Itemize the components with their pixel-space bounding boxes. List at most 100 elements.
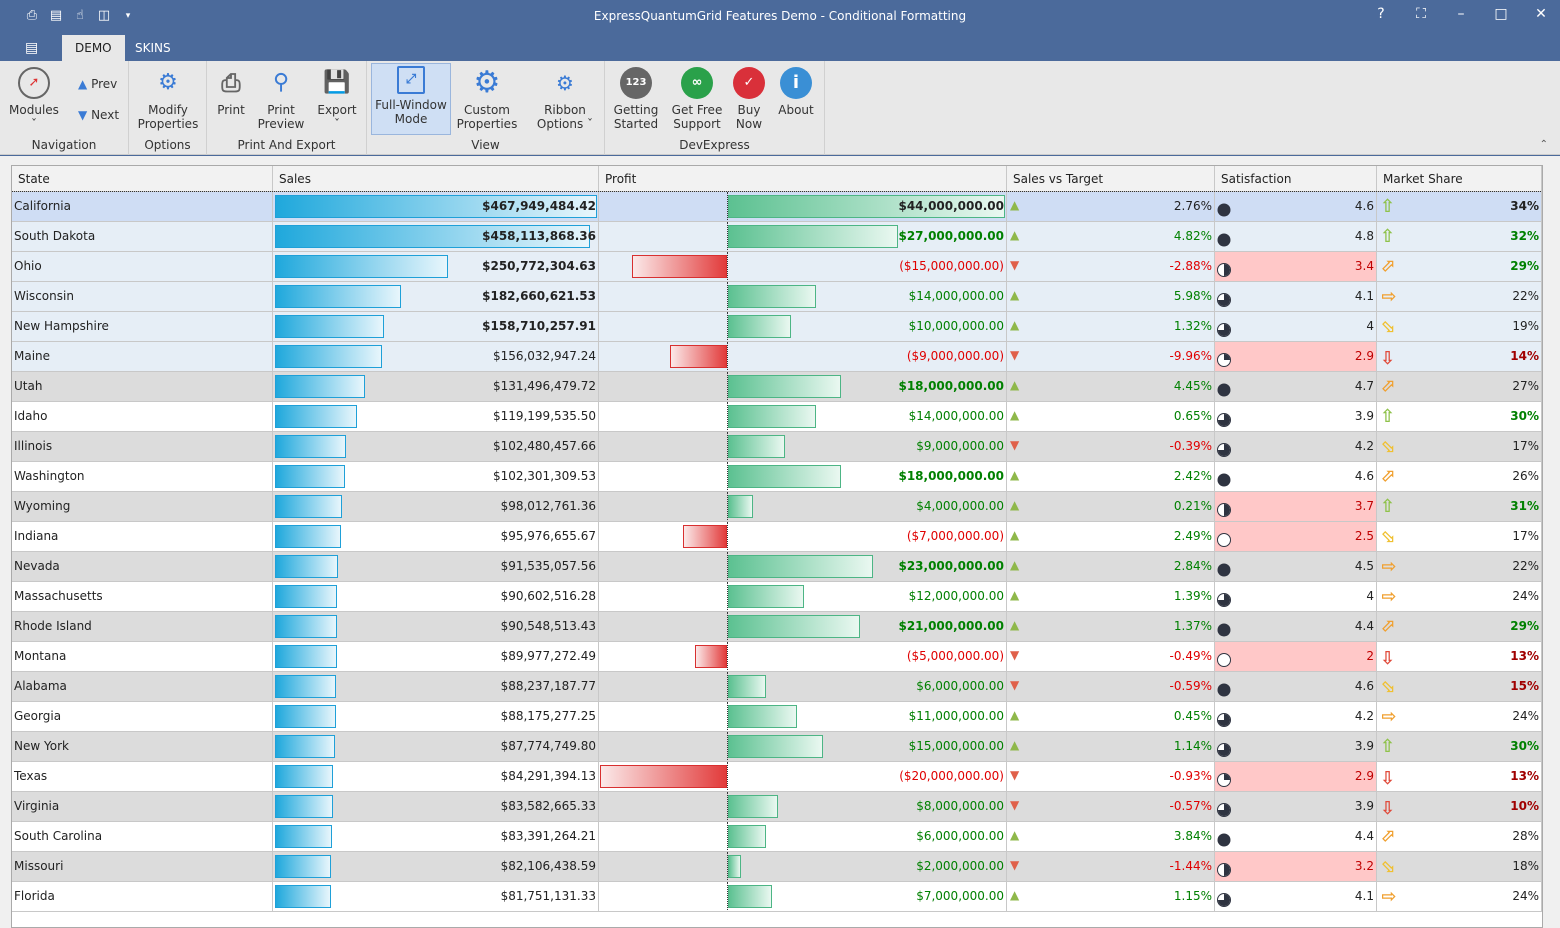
state-cell[interactable]: California [12, 192, 273, 221]
sales-vs-target-cell[interactable]: ▲ 3.84% [1007, 822, 1215, 851]
sales-vs-target-cell[interactable]: ▲ 1.14% [1007, 732, 1215, 761]
sales-cell[interactable]: $102,480,457.66 [273, 432, 599, 461]
state-cell[interactable]: Montana [12, 642, 273, 671]
table-row[interactable]: Montana $89,977,272.49 ($5,000,000.00) ▼ -0.… [12, 642, 1542, 672]
state-cell[interactable]: Nevada [12, 552, 273, 581]
satisfaction-cell[interactable]: 4.1 [1215, 282, 1377, 311]
state-cell[interactable]: New York [12, 732, 273, 761]
sales-vs-target-cell[interactable]: ▲ 1.32% [1007, 312, 1215, 341]
satisfaction-cell[interactable]: 4 [1215, 312, 1377, 341]
sales-cell[interactable]: $95,976,655.67 [273, 522, 599, 551]
sales-vs-target-cell[interactable]: ▼ -0.57% [1007, 792, 1215, 821]
market-share-cell[interactable]: ⇧ 29% [1377, 612, 1542, 641]
close-button[interactable]: ✕ [1532, 6, 1550, 22]
sales-cell[interactable]: $82,106,438.59 [273, 852, 599, 881]
table-row[interactable]: Maine $156,032,947.24 ($9,000,000.00) ▼ -9.9… [12, 342, 1542, 372]
satisfaction-cell[interactable]: 3.2 [1215, 852, 1377, 881]
state-cell[interactable]: Massachusetts [12, 582, 273, 611]
market-share-cell[interactable]: ⇧ 22% [1377, 282, 1542, 311]
profit-cell[interactable]: $9,000,000.00 [599, 432, 1007, 461]
satisfaction-cell[interactable]: 3.4 [1215, 252, 1377, 281]
profit-cell[interactable]: $12,000,000.00 [599, 582, 1007, 611]
market-share-cell[interactable]: ⇧ 13% [1377, 642, 1542, 671]
sales-vs-target-cell[interactable]: ▲ 0.21% [1007, 492, 1215, 521]
profit-cell[interactable]: $44,000,000.00 [599, 192, 1007, 221]
sales-vs-target-cell[interactable]: ▼ -0.49% [1007, 642, 1215, 671]
collapse-ribbon-icon[interactable]: ⌃ [1540, 139, 1548, 150]
market-share-cell[interactable]: ⇧ 24% [1377, 702, 1542, 731]
fullscreen-icon[interactable]: ⛶ [1412, 6, 1430, 22]
market-share-cell[interactable]: ⇧ 26% [1377, 462, 1542, 491]
state-cell[interactable]: Indiana [12, 522, 273, 551]
state-cell[interactable]: Texas [12, 762, 273, 791]
market-share-cell[interactable]: ⇧ 17% [1377, 432, 1542, 461]
sales-cell[interactable]: $91,535,057.56 [273, 552, 599, 581]
table-row[interactable]: New York $87,774,749.80 $15,000,000.00 ▲ 1.1… [12, 732, 1542, 762]
satisfaction-cell[interactable]: 4.6 [1215, 192, 1377, 221]
satisfaction-cell[interactable]: 4.4 [1215, 612, 1377, 641]
satisfaction-cell[interactable]: 3.9 [1215, 732, 1377, 761]
table-row[interactable]: Florida $81,751,131.33 $7,000,000.00 ▲ 1.15%… [12, 882, 1542, 912]
prev-button[interactable]: ▲ Prev [78, 77, 117, 91]
minimize-button[interactable]: – [1452, 6, 1470, 22]
column-header-state[interactable]: State [12, 166, 273, 192]
satisfaction-cell[interactable]: 4.8 [1215, 222, 1377, 251]
sales-cell[interactable]: $250,772,304.63 [273, 252, 599, 281]
buy-now-button[interactable]: ✓ Buy Now [731, 65, 767, 131]
satisfaction-cell[interactable]: 3.7 [1215, 492, 1377, 521]
getting-started-button[interactable]: 123 Getting Started [611, 65, 661, 131]
table-row[interactable]: Idaho $119,199,535.50 $14,000,000.00 ▲ 0.65%… [12, 402, 1542, 432]
satisfaction-cell[interactable]: 4.5 [1215, 552, 1377, 581]
sales-cell[interactable]: $158,710,257.91 [273, 312, 599, 341]
sales-vs-target-cell[interactable]: ▲ 2.84% [1007, 552, 1215, 581]
profit-cell[interactable]: $4,000,000.00 [599, 492, 1007, 521]
state-cell[interactable]: Georgia [12, 702, 273, 731]
table-row[interactable]: Wyoming $98,012,761.36 $4,000,000.00 ▲ 0.21%… [12, 492, 1542, 522]
sales-vs-target-cell[interactable]: ▼ -9.96% [1007, 342, 1215, 371]
about-button[interactable]: i About [775, 65, 817, 117]
column-header-sales[interactable]: Sales [273, 166, 599, 192]
sales-cell[interactable]: $467,949,484.42 [273, 192, 599, 221]
satisfaction-cell[interactable]: 4.7 [1215, 372, 1377, 401]
tab-demo[interactable]: DEMO [62, 35, 125, 61]
state-cell[interactable]: Illinois [12, 432, 273, 461]
sales-cell[interactable]: $90,602,516.28 [273, 582, 599, 611]
market-share-cell[interactable]: ⇧ 13% [1377, 762, 1542, 791]
ribbon-options-button[interactable]: ⚙ Ribbon Options ˇ [535, 65, 595, 131]
profit-cell[interactable]: $10,000,000.00 [599, 312, 1007, 341]
market-share-cell[interactable]: ⇧ 31% [1377, 492, 1542, 521]
sales-vs-target-cell[interactable]: ▲ 4.82% [1007, 222, 1215, 251]
profit-cell[interactable]: $6,000,000.00 [599, 672, 1007, 701]
table-row[interactable]: Georgia $88,175,277.25 $11,000,000.00 ▲ 0.45… [12, 702, 1542, 732]
satisfaction-cell[interactable]: 2 [1215, 642, 1377, 671]
state-cell[interactable]: South Carolina [12, 822, 273, 851]
market-share-cell[interactable]: ⇧ 27% [1377, 372, 1542, 401]
market-share-cell[interactable]: ⇧ 17% [1377, 522, 1542, 551]
export-button[interactable]: 💾 Export ˇ [313, 65, 361, 132]
table-row[interactable]: Ohio $250,772,304.63 ($15,000,000.00) ▼ -2.8… [12, 252, 1542, 282]
sales-vs-target-cell[interactable]: ▲ 4.45% [1007, 372, 1215, 401]
table-row[interactable]: South Dakota $458,113,868.36 $27,000,000.0… [12, 222, 1542, 252]
profit-cell[interactable]: ($20,000,000.00) [599, 762, 1007, 791]
profit-cell[interactable]: $11,000,000.00 [599, 702, 1007, 731]
profit-cell[interactable]: $23,000,000.00 [599, 552, 1007, 581]
sales-cell[interactable]: $83,391,264.21 [273, 822, 599, 851]
profit-cell[interactable]: ($9,000,000.00) [599, 342, 1007, 371]
sales-vs-target-cell[interactable]: ▲ 0.65% [1007, 402, 1215, 431]
market-share-cell[interactable]: ⇧ 29% [1377, 252, 1542, 281]
state-cell[interactable]: New Hampshire [12, 312, 273, 341]
table-row[interactable]: Utah $131,496,479.72 $18,000,000.00 ▲ 4.45% 4… [12, 372, 1542, 402]
sales-cell[interactable]: $81,751,131.33 [273, 882, 599, 911]
state-cell[interactable]: Maine [12, 342, 273, 371]
print-button[interactable]: ⎙ Print [211, 65, 251, 117]
state-cell[interactable]: Missouri [12, 852, 273, 881]
sales-vs-target-cell[interactable]: ▲ 0.45% [1007, 702, 1215, 731]
profit-cell[interactable]: $18,000,000.00 [599, 372, 1007, 401]
custom-properties-button[interactable]: ⚙ Custom Properties [455, 65, 519, 132]
modify-properties-button[interactable]: ⚙ Modify Properties [135, 65, 201, 132]
full-window-mode-button[interactable]: ⤢ Full-Window Mode [371, 63, 451, 135]
maximize-button[interactable]: □ [1492, 6, 1510, 22]
sales-cell[interactable]: $89,977,272.49 [273, 642, 599, 671]
table-row[interactable]: Wisconsin $182,660,621.53 $14,000,000.00 ▲ 5… [12, 282, 1542, 312]
satisfaction-cell[interactable]: 2.9 [1215, 342, 1377, 371]
